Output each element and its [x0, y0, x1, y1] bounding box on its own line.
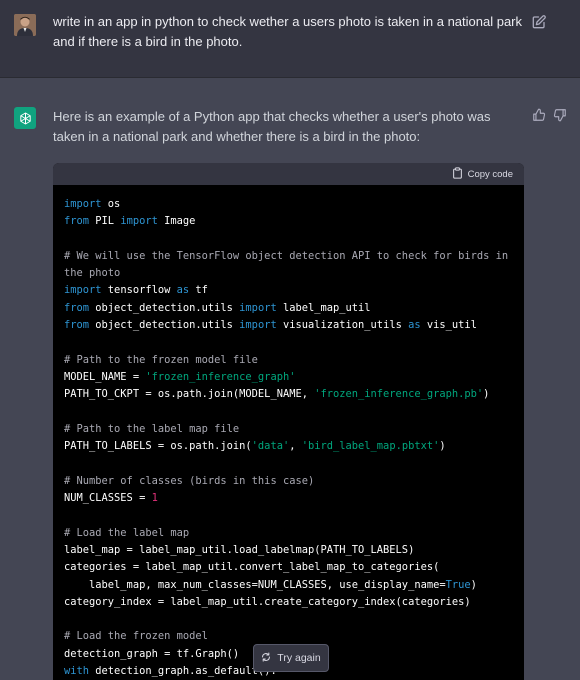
code-line: # Load the label map — [64, 526, 190, 539]
code-line: from PIL import Image — [64, 215, 196, 228]
user-message-text: write in an app in python to check wethe… — [53, 14, 523, 49]
code-line: # Number of classes (birds in this case) — [64, 474, 315, 487]
code-content: import os from PIL import Image # We will… — [53, 185, 524, 680]
clipboard-icon — [452, 167, 463, 182]
copy-code-label: Copy code — [467, 169, 513, 180]
code-line: # Path to the frozen model file — [64, 353, 258, 366]
refresh-icon — [261, 651, 271, 665]
code-line: label_map, max_num_classes=NUM_CLASSES, … — [64, 578, 477, 591]
try-again-label: Try again — [277, 652, 321, 664]
code-line: # Path to the label map file — [64, 422, 240, 435]
code-line: label_map = label_map_util.load_labelmap… — [64, 543, 415, 556]
code-line: import os — [64, 198, 121, 210]
thumbs-up-icon[interactable] — [532, 108, 546, 122]
assistant-message-row: Here is an example of a Python app that … — [0, 78, 580, 680]
assistant-message-text: Here is an example of a Python app that … — [53, 109, 491, 144]
code-line: MODEL_NAME = 'frozen_inference_graph' — [64, 370, 296, 383]
openai-logo-icon — [14, 107, 36, 129]
code-line: from object_detection.utils import visua… — [64, 319, 477, 332]
code-line: # We will use the TensorFlow object dete… — [64, 249, 509, 262]
code-line: category_index = label_map_util.create_c… — [64, 595, 471, 608]
thumbs-down-icon[interactable] — [553, 108, 567, 122]
code-block: Copy code import os from PIL import Image… — [53, 163, 524, 680]
copy-code-button[interactable]: Copy code — [452, 167, 513, 182]
code-line: from object_detection.utils import label… — [64, 301, 371, 314]
code-line: NUM_CLASSES = 1 — [64, 492, 158, 505]
code-line: the photo — [64, 267, 121, 280]
edit-icon[interactable] — [531, 14, 547, 30]
user-message-row: write in an app in python to check wethe… — [0, 0, 580, 78]
code-block-header: Copy code — [53, 163, 524, 185]
code-line: categories = label_map_util.convert_labe… — [64, 561, 440, 574]
try-again-button[interactable]: Try again — [253, 644, 329, 672]
code-line: PATH_TO_LABELS = os.path.join('data', 'b… — [64, 440, 446, 453]
code-line: PATH_TO_CKPT = os.path.join(MODEL_NAME, … — [64, 388, 490, 401]
code-line: import tensorflow as tf — [64, 284, 208, 297]
user-avatar — [14, 14, 36, 36]
